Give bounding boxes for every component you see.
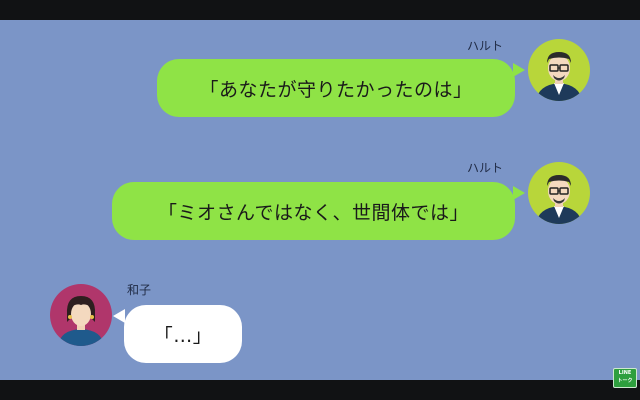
woman-avatar[interactable] — [50, 284, 112, 346]
man-with-glasses-avatar[interactable] — [528, 162, 590, 224]
message-bubble-outgoing[interactable]: 「あなたが守りたかったのは」 — [157, 59, 515, 117]
letterbox-top — [0, 0, 640, 20]
sender-name: 和子 — [127, 283, 152, 297]
message-bubble-outgoing[interactable]: 「ミオさんではなく、世間体では」 — [112, 182, 515, 240]
bubble-tail — [513, 63, 525, 77]
sender-name: ハルト — [467, 39, 504, 53]
logo-line1: LINE — [618, 370, 632, 376]
message-bubble-incoming[interactable]: 「…」 — [124, 305, 242, 363]
bubble-tail — [513, 186, 525, 200]
message-text: 「…」 — [153, 324, 213, 347]
man-with-glasses-avatar[interactable] — [528, 39, 590, 101]
message-text: 「ミオさんではなく、世間体では」 — [157, 201, 470, 224]
chat-area[interactable]: ハルト 「あなたが守りたかったのは」 ハルト 「ミオさんではなく、世間体では」 — [0, 20, 640, 380]
bubble-tail — [113, 309, 125, 323]
message-text: 「あなたが守りたかったのは」 — [199, 78, 473, 101]
letterbox-bottom — [0, 380, 640, 400]
sender-name: ハルト — [467, 161, 504, 175]
line-logo: LINE トーク — [613, 368, 637, 388]
logo-line2: トーク — [617, 378, 633, 384]
